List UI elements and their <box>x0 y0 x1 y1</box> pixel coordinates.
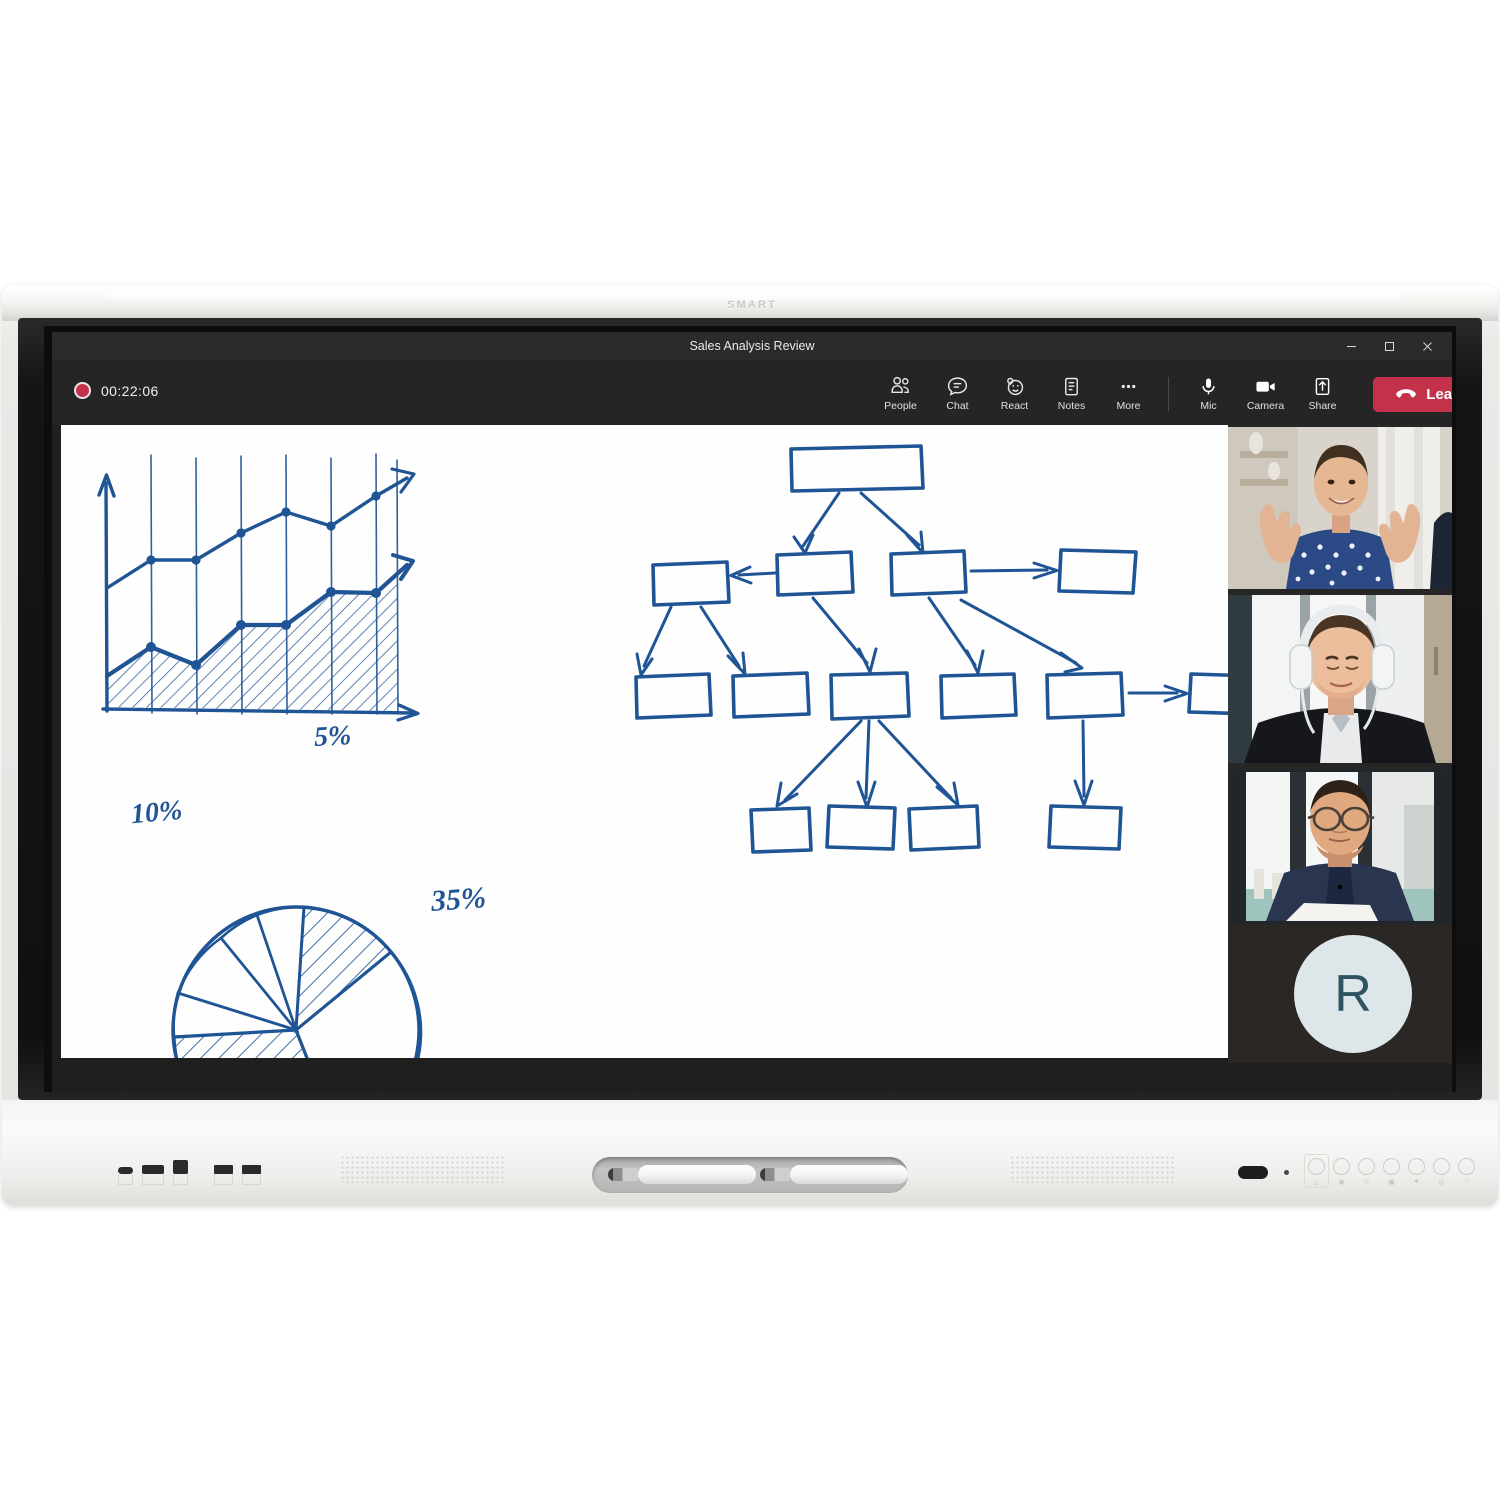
mic-button[interactable]: Mic <box>1180 367 1237 421</box>
pie-label-10: 10% <box>129 794 184 831</box>
input-button[interactable]: ◉ <box>1333 1158 1350 1188</box>
maximize-button[interactable] <box>1370 332 1408 360</box>
meeting-action-group: People Chat React Notes More Mic Camera … <box>872 366 1452 422</box>
share-button[interactable]: Share <box>1294 367 1351 421</box>
shared-whiteboard[interactable]: 5% 10% 35% 33% <box>61 425 1228 1058</box>
close-button[interactable] <box>1408 332 1446 360</box>
screenshot-root: SMART Sales Analysis Review 00:22:06 Peo… <box>0 0 1500 1500</box>
more-label: More <box>1116 400 1141 412</box>
notes-label: Notes <box>1057 400 1086 412</box>
recording-indicator: 00:22:06 <box>74 382 159 399</box>
meeting-content: 5% 10% 35% 33% <box>52 425 1452 1063</box>
participant-tile-1[interactable] <box>1228 427 1452 589</box>
volume-down-button[interactable]: ● <box>1408 1158 1425 1188</box>
pie-chart <box>171 905 423 1058</box>
participant-video-2 <box>1228 595 1452 763</box>
speaker-grille-right <box>1010 1155 1176 1183</box>
minimize-icon <box>1346 345 1356 347</box>
notes-button[interactable]: Notes <box>1043 367 1100 421</box>
participant-video-3 <box>1228 769 1452 924</box>
ir-receiver <box>1238 1166 1268 1179</box>
toolbar-divider <box>1168 377 1169 411</box>
people-label: People <box>884 400 917 412</box>
share-label: Share <box>1308 400 1337 412</box>
react-icon <box>1007 377 1024 396</box>
minimize-button[interactable] <box>1332 332 1370 360</box>
avatar-initial: R <box>1334 965 1372 1023</box>
port-usb-b <box>173 1160 188 1185</box>
people-icon <box>891 376 909 394</box>
mute-button[interactable]: ○ <box>1458 1158 1475 1188</box>
hangup-icon <box>1396 389 1416 398</box>
flowchart <box>634 444 1228 854</box>
page-title: Sales Analysis Review <box>689 339 815 353</box>
share-icon <box>1315 377 1330 396</box>
more-button[interactable]: More <box>1100 367 1157 421</box>
participant-video-1 <box>1228 427 1452 589</box>
leave-label: Leave <box>1426 385 1452 403</box>
chat-label: Chat <box>946 400 969 412</box>
whiteboard-ink <box>97 444 1228 1058</box>
port-cluster <box>118 1160 261 1185</box>
hardware-control-buttons: △ ◉ ☉ ▣ ● ◎ ○ <box>1308 1158 1475 1188</box>
window-title-bar: Sales Analysis Review <box>52 332 1452 360</box>
recording-timer: 00:22:06 <box>101 382 159 399</box>
more-icon <box>1121 384 1136 389</box>
participant-video-rail: R <box>1228 425 1452 1063</box>
port-usb-a-1 <box>214 1165 233 1185</box>
record-dot-icon <box>74 382 91 399</box>
port-usb-c <box>118 1167 133 1185</box>
react-label: React <box>1000 400 1029 412</box>
chat-icon <box>947 377 968 396</box>
meeting-toolbar: 00:22:06 People Chat React Notes More Mi… <box>52 360 1452 425</box>
microphone-icon <box>1202 378 1215 395</box>
port-hdmi <box>142 1165 164 1185</box>
status-led <box>1284 1170 1289 1175</box>
react-button[interactable]: React <box>986 367 1043 421</box>
stylus-pen-2[interactable] <box>760 1165 908 1184</box>
participant-tile-3[interactable] <box>1228 769 1452 924</box>
mic-label: Mic <box>1200 400 1217 412</box>
notes-icon <box>1065 377 1078 396</box>
maximize-icon <box>1384 341 1394 351</box>
smart-brand-logo: SMART <box>726 299 778 311</box>
volume-up-button[interactable]: ◎ <box>1433 1158 1450 1188</box>
pie-label-35: 35% <box>429 881 488 918</box>
leave-button[interactable]: Leave <box>1373 376 1452 412</box>
pie-label-5: 5% <box>313 720 353 753</box>
port-usb-a-2 <box>242 1165 261 1185</box>
avatar: R <box>1294 935 1412 1053</box>
participant-tile-4[interactable]: R <box>1228 925 1452 1063</box>
power-button[interactable]: △ <box>1308 1158 1325 1188</box>
close-icon <box>1422 341 1432 351</box>
line-area-chart <box>97 453 420 722</box>
speaker-grille-left <box>340 1155 506 1183</box>
window-controls <box>1332 332 1446 360</box>
camera-label: Camera <box>1246 400 1285 412</box>
home-button[interactable]: ☉ <box>1358 1158 1375 1188</box>
screen: Sales Analysis Review 00:22:06 People Ch… <box>52 332 1452 1092</box>
chat-button[interactable]: Chat <box>929 367 986 421</box>
camera-icon <box>1256 381 1275 392</box>
participant-tile-2[interactable] <box>1228 595 1452 763</box>
people-button[interactable]: People <box>872 367 929 421</box>
camera-button[interactable]: Camera <box>1237 367 1294 421</box>
menu-button[interactable]: ▣ <box>1383 1158 1400 1188</box>
stylus-pen-1[interactable] <box>608 1165 756 1184</box>
pen-tray <box>592 1157 908 1193</box>
